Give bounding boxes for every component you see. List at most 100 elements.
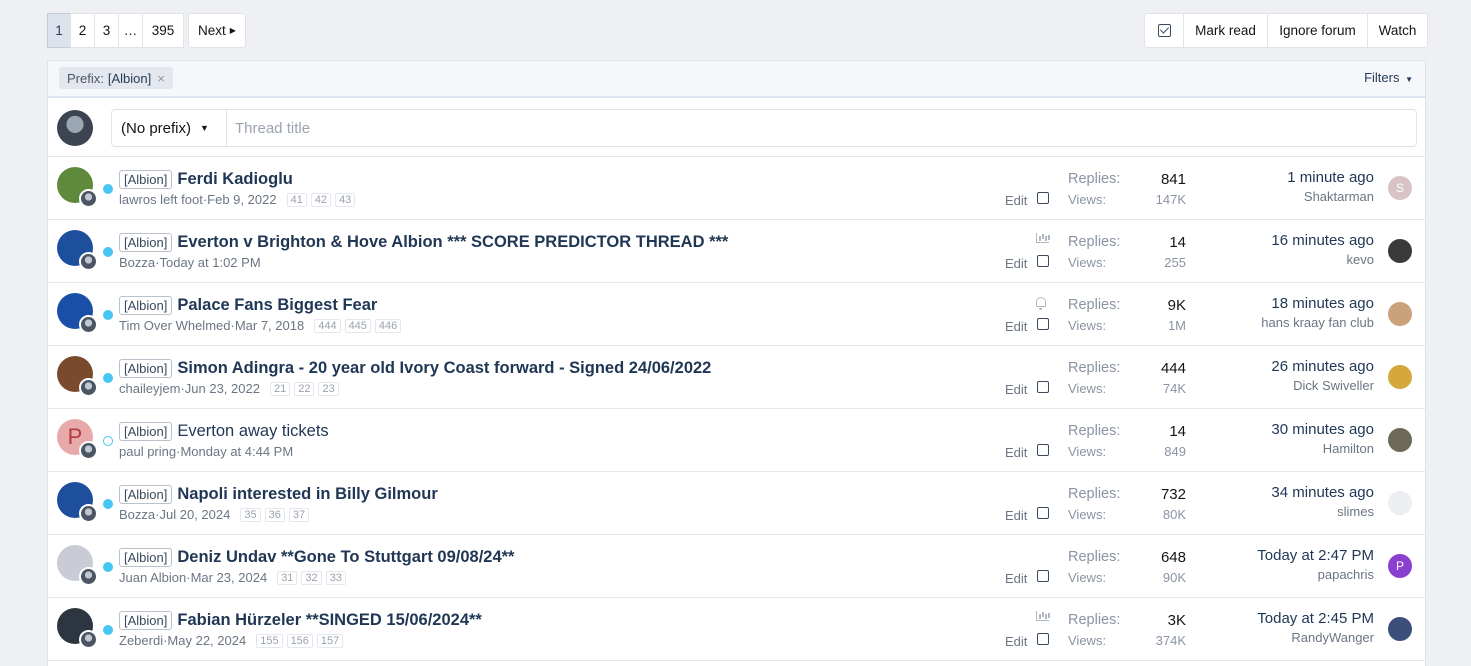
thread-page-link[interactable]: 22	[294, 381, 315, 396]
thread-prefix-label[interactable]: [Albion]	[119, 296, 173, 315]
edit-thread-link[interactable]: Edit	[1005, 445, 1027, 460]
thread-start-date[interactable]: Jun 23, 2022	[185, 381, 260, 396]
page-link-1[interactable]: 1	[47, 13, 71, 48]
select-thread-checkbox[interactable]	[1037, 192, 1049, 204]
thread-page-link[interactable]: 155	[256, 633, 283, 648]
select-thread-checkbox[interactable]	[1037, 507, 1049, 519]
thread-row[interactable]: [Albion] Napoli interested in Billy Gilm…	[48, 472, 1425, 535]
page-link-2[interactable]: 2	[70, 13, 95, 48]
ignore-forum-button[interactable]: Ignore forum	[1267, 14, 1367, 47]
watch-button[interactable]: Watch	[1367, 14, 1427, 47]
thread-page-link[interactable]: 157	[316, 633, 344, 648]
latest-post-time[interactable]: Today at 2:47 PM	[1257, 547, 1374, 564]
latest-post-time[interactable]: 18 minutes ago	[1261, 295, 1374, 312]
thread-page-link[interactable]: 43	[335, 192, 356, 207]
select-all-button[interactable]	[1145, 14, 1183, 47]
thread-author-link[interactable]: Bozza	[119, 507, 155, 522]
thread-prefix-label[interactable]: [Albion]	[119, 359, 173, 378]
thread-author-link[interactable]: Tim Over Whelmed	[119, 318, 230, 333]
latest-poster-name[interactable]: Hamilton	[1271, 441, 1374, 456]
thread-author-link[interactable]: Bozza	[119, 255, 155, 270]
thread-author-link[interactable]: chaileyjem	[119, 381, 180, 396]
thread-prefix-label[interactable]: [Albion]	[119, 233, 173, 252]
thread-row[interactable]: [Albion] Palace Fans Biggest Fear Tim Ov…	[48, 283, 1425, 346]
latest-poster-avatar[interactable]: P	[1388, 554, 1412, 578]
thread-title-link[interactable]: Ferdi Kadioglu	[177, 170, 293, 189]
thread-author-link[interactable]: paul pring	[119, 444, 176, 459]
thread-author-link[interactable]: Zeberdi	[119, 633, 163, 648]
latest-post-time[interactable]: Today at 2:45 PM	[1257, 610, 1374, 627]
latest-post-time[interactable]: 34 minutes ago	[1271, 484, 1374, 501]
next-page-button[interactable]: Next ▶	[188, 13, 246, 48]
thread-title-input[interactable]	[227, 110, 1416, 146]
thread-row[interactable]: [Albion] Simon Adingra - 20 year old Ivo…	[48, 346, 1425, 409]
thread-prefix-label[interactable]: [Albion]	[119, 548, 173, 567]
thread-start-date[interactable]: Mar 7, 2018	[235, 318, 304, 333]
thread-start-date[interactable]: Monday at 4:44 PM	[180, 444, 293, 459]
thread-page-link[interactable]: 31	[277, 570, 298, 585]
thread-row[interactable]: [Albion] Ferdi Kadioglu lawros left foot…	[48, 157, 1425, 220]
prefix-select[interactable]: (No prefix) ▼	[112, 110, 227, 146]
edit-thread-link[interactable]: Edit	[1005, 319, 1027, 334]
thread-page-link[interactable]: 42	[310, 192, 332, 207]
latest-post-time[interactable]: 26 minutes ago	[1271, 358, 1374, 375]
latest-post-time[interactable]: 16 minutes ago	[1271, 232, 1374, 249]
latest-poster-avatar[interactable]	[1388, 239, 1412, 263]
select-thread-checkbox[interactable]	[1037, 444, 1049, 456]
latest-post-time[interactable]: 1 minute ago	[1287, 169, 1374, 186]
select-thread-checkbox[interactable]	[1037, 255, 1049, 267]
thread-prefix-label[interactable]: [Albion]	[119, 485, 173, 504]
thread-prefix-label[interactable]: [Albion]	[119, 170, 173, 189]
latest-poster-avatar[interactable]	[1388, 491, 1412, 515]
thread-page-link[interactable]: 36	[264, 507, 285, 522]
latest-poster-name[interactable]: hans kraay fan club	[1261, 315, 1374, 330]
thread-start-date[interactable]: Mar 23, 2024	[191, 570, 268, 585]
thread-row[interactable]: [Albion] Fabian Hürzeler **SINGED 15/06/…	[48, 598, 1425, 661]
select-thread-checkbox[interactable]	[1037, 381, 1049, 393]
thread-page-link[interactable]: 444	[314, 318, 341, 333]
latest-poster-name[interactable]: papachris	[1257, 567, 1374, 582]
latest-poster-avatar[interactable]	[1388, 428, 1412, 452]
latest-poster-avatar[interactable]	[1388, 302, 1412, 326]
thread-start-date[interactable]: Today at 1:02 PM	[159, 255, 260, 270]
filters-menu-button[interactable]: Filters ▼	[1364, 70, 1413, 85]
thread-start-date[interactable]: Jul 20, 2024	[159, 507, 230, 522]
thread-row[interactable]: [Albion] Everton v Brighton & Hove Albio…	[48, 220, 1425, 283]
thread-title-link[interactable]: Everton away tickets	[177, 422, 328, 441]
thread-prefix-label[interactable]: [Albion]	[119, 611, 173, 630]
edit-thread-link[interactable]: Edit	[1005, 508, 1027, 523]
latest-poster-name[interactable]: RandyWanger	[1257, 630, 1374, 645]
thread-page-link[interactable]: 32	[301, 570, 322, 585]
edit-thread-link[interactable]: Edit	[1005, 382, 1027, 397]
close-icon[interactable]: ×	[157, 71, 165, 86]
thread-title-link[interactable]: Deniz Undav **Gone To Stuttgart 09/08/24…	[177, 548, 514, 567]
thread-page-link[interactable]: 41	[286, 192, 307, 207]
select-thread-checkbox[interactable]	[1037, 633, 1049, 645]
thread-title-link[interactable]: Fabian Hürzeler **SINGED 15/06/2024**	[177, 611, 481, 630]
latest-post-time[interactable]: 30 minutes ago	[1271, 421, 1374, 438]
thread-page-link[interactable]: 33	[325, 570, 346, 585]
page-link-3[interactable]: 3	[94, 13, 119, 48]
thread-prefix-label[interactable]: [Albion]	[119, 422, 173, 441]
thread-start-date[interactable]: Feb 9, 2022	[207, 192, 276, 207]
edit-thread-link[interactable]: Edit	[1005, 193, 1027, 208]
latest-poster-avatar[interactable]	[1388, 365, 1412, 389]
latest-poster-name[interactable]: kevo	[1271, 252, 1374, 267]
thread-row[interactable]: [Albion] Deniz Undav **Gone To Stuttgart…	[48, 535, 1425, 598]
thread-title-link[interactable]: Napoli interested in Billy Gilmour	[177, 485, 437, 504]
latest-poster-name[interactable]: Dick Swiveller	[1271, 378, 1374, 393]
thread-title-link[interactable]: Simon Adingra - 20 year old Ivory Coast …	[177, 359, 711, 378]
page-jump-ellipsis[interactable]: …	[118, 13, 143, 48]
edit-thread-link[interactable]: Edit	[1005, 256, 1027, 271]
thread-author-link[interactable]: Juan Albion	[119, 570, 186, 585]
page-link-last[interactable]: 395	[142, 13, 184, 48]
thread-title-link[interactable]: Palace Fans Biggest Fear	[177, 296, 377, 315]
thread-page-link[interactable]: 156	[286, 633, 313, 648]
thread-page-link[interactable]: 445	[344, 318, 371, 333]
thread-row[interactable]: P [Albion] Everton away tickets paul pri…	[48, 409, 1425, 472]
thread-page-link[interactable]: 35	[240, 507, 261, 522]
thread-author-link[interactable]: lawros left foot	[119, 192, 203, 207]
edit-thread-link[interactable]: Edit	[1005, 634, 1027, 649]
select-thread-checkbox[interactable]	[1037, 318, 1049, 330]
edit-thread-link[interactable]: Edit	[1005, 571, 1027, 586]
